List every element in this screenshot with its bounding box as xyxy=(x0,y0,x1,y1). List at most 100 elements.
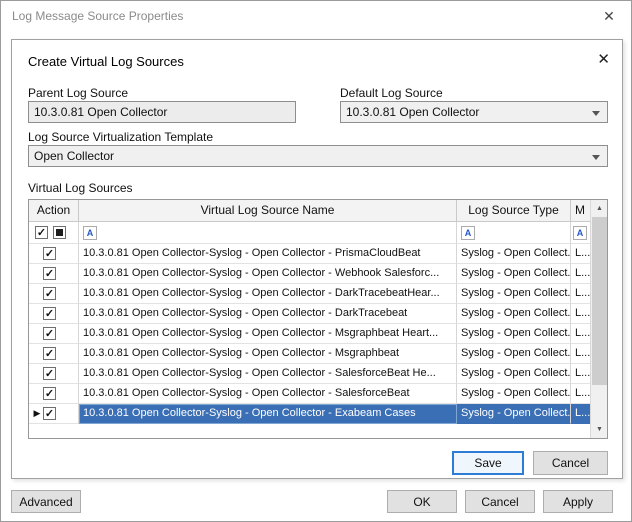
row-mpe-cell: L... xyxy=(571,324,592,344)
ok-button[interactable]: OK xyxy=(387,490,457,513)
window-cancel-button[interactable]: Cancel xyxy=(465,490,535,513)
scroll-up-icon[interactable]: ▲ xyxy=(591,200,608,217)
table-vertical-scrollbar[interactable]: ▲ ▼ xyxy=(590,200,607,438)
row-action-cell: ✓ xyxy=(29,384,79,404)
text-filter-icon[interactable]: A xyxy=(461,226,475,240)
row-mpe-cell: L... xyxy=(571,404,592,424)
chevron-down-icon xyxy=(592,111,600,116)
row-checkbox[interactable]: ✓ xyxy=(43,407,56,420)
table-row[interactable]: ✓ 10.3.0.81 Open Collector-Syslog - Open… xyxy=(29,344,592,364)
dialog-title: Create Virtual Log Sources xyxy=(28,54,184,69)
row-type-cell: Syslog - Open Collect... xyxy=(457,404,571,424)
row-action-cell: ✓ xyxy=(29,304,79,324)
table-row[interactable]: ✓ 10.3.0.81 Open Collector-Syslog - Open… xyxy=(29,324,592,344)
parent-log-source-label: Parent Log Source xyxy=(28,86,128,100)
text-filter-icon[interactable]: A xyxy=(573,226,587,240)
column-header-action[interactable]: Action xyxy=(29,200,79,222)
virtualization-template-label: Log Source Virtualization Template xyxy=(28,130,213,144)
advanced-button[interactable]: Advanced xyxy=(11,490,81,513)
filter-cell-type: A xyxy=(457,222,571,244)
table-row[interactable]: ✓ 10.3.0.81 Open Collector-Syslog - Open… xyxy=(29,244,592,264)
column-header-mpe[interactable]: M xyxy=(571,200,592,222)
row-type-cell: Syslog - Open Collect... xyxy=(457,244,571,264)
row-name-cell[interactable]: 10.3.0.81 Open Collector-Syslog - Open C… xyxy=(79,384,457,404)
text-filter-icon[interactable]: A xyxy=(83,226,97,240)
dialog-cancel-button[interactable]: Cancel xyxy=(533,451,608,475)
virtual-log-sources-table: Action Virtual Log Source Name Log Sourc… xyxy=(28,199,608,439)
row-type-cell: Syslog - Open Collect... xyxy=(457,264,571,284)
window-close-icon[interactable]: ✕ xyxy=(587,1,631,31)
dialog-close-icon[interactable]: ✕ xyxy=(597,50,610,68)
window-titlebar: Log Message Source Properties ✕ xyxy=(1,1,631,31)
row-type-cell: Syslog - Open Collect... xyxy=(457,324,571,344)
default-log-source-dropdown[interactable]: 10.3.0.81 Open Collector xyxy=(340,101,608,123)
row-name-cell[interactable]: 10.3.0.81 Open Collector-Syslog - Open C… xyxy=(79,304,457,324)
row-name-cell[interactable]: 10.3.0.81 Open Collector-Syslog - Open C… xyxy=(79,264,457,284)
row-action-cell: ✓ xyxy=(29,244,79,264)
table-row[interactable]: ✓ 10.3.0.81 Open Collector-Syslog - Open… xyxy=(29,304,592,324)
log-message-source-properties-window: Log Message Source Properties ✕ Create V… xyxy=(0,0,632,522)
row-checkbox[interactable]: ✓ xyxy=(43,327,56,340)
column-header-type[interactable]: Log Source Type xyxy=(457,200,571,222)
save-button[interactable]: Save xyxy=(452,451,524,475)
filter-cell-mpe: A xyxy=(571,222,592,244)
row-action-cell: ✓ xyxy=(29,364,79,384)
row-action-cell: ✓ xyxy=(29,284,79,304)
row-mpe-cell: L... xyxy=(571,264,592,284)
table-header-row: Action Virtual Log Source Name Log Sourc… xyxy=(29,200,592,222)
row-checkbox[interactable]: ✓ xyxy=(43,367,56,380)
table-row[interactable]: ✓ 10.3.0.81 Open Collector-Syslog - Open… xyxy=(29,264,592,284)
default-log-source-value: 10.3.0.81 Open Collector xyxy=(346,105,479,119)
row-name-cell[interactable]: 10.3.0.81 Open Collector-Syslog - Open C… xyxy=(79,244,457,264)
table-row[interactable]: ✓ 10.3.0.81 Open Collector-Syslog - Open… xyxy=(29,364,592,384)
row-marker-icon: ▶ xyxy=(31,404,43,423)
scroll-down-icon[interactable]: ▼ xyxy=(591,421,608,438)
row-checkbox[interactable]: ✓ xyxy=(43,387,56,400)
scrollbar-thumb[interactable] xyxy=(592,217,607,385)
row-mpe-cell: L... xyxy=(571,384,592,404)
row-mpe-cell: L... xyxy=(571,344,592,364)
row-name-cell[interactable]: 10.3.0.81 Open Collector-Syslog - Open C… xyxy=(79,364,457,384)
row-checkbox[interactable]: ✓ xyxy=(43,267,56,280)
row-type-cell: Syslog - Open Collect... xyxy=(457,384,571,404)
virtualization-template-dropdown[interactable]: Open Collector xyxy=(28,145,608,167)
row-mpe-cell: L... xyxy=(571,364,592,384)
table-row[interactable]: ✓ 10.3.0.81 Open Collector-Syslog - Open… xyxy=(29,384,592,404)
row-action-cell: ✓ xyxy=(29,264,79,284)
select-all-checkbox[interactable]: ✓ xyxy=(35,226,48,239)
table-row[interactable]: ▶ ✓ 10.3.0.81 Open Collector-Syslog - Op… xyxy=(29,404,592,424)
table-row[interactable]: ✓ 10.3.0.81 Open Collector-Syslog - Open… xyxy=(29,284,592,304)
row-type-cell: Syslog - Open Collect... xyxy=(457,344,571,364)
row-mpe-cell: L... xyxy=(571,244,592,264)
row-action-cell: ✓ xyxy=(29,344,79,364)
row-name-cell[interactable]: 10.3.0.81 Open Collector-Syslog - Open C… xyxy=(79,284,457,304)
row-checkbox[interactable]: ✓ xyxy=(43,287,56,300)
row-checkbox[interactable]: ✓ xyxy=(43,347,56,360)
row-name-cell[interactable]: 10.3.0.81 Open Collector-Syslog - Open C… xyxy=(79,344,457,364)
apply-button[interactable]: Apply xyxy=(543,490,613,513)
table-body: ✓ 10.3.0.81 Open Collector-Syslog - Open… xyxy=(29,244,607,424)
row-type-cell: Syslog - Open Collect... xyxy=(457,304,571,324)
virtual-log-sources-label: Virtual Log Sources xyxy=(28,181,133,195)
row-checkbox[interactable]: ✓ xyxy=(43,247,56,260)
checkbox-fill-icon xyxy=(56,229,63,236)
row-action-cell: ▶ ✓ xyxy=(29,404,79,424)
parent-log-source-field[interactable] xyxy=(28,101,296,123)
default-log-source-label: Default Log Source xyxy=(340,86,443,100)
table-filter-row: ✓ A A A xyxy=(29,222,592,244)
row-action-cell: ✓ xyxy=(29,324,79,344)
virtualization-template-value: Open Collector xyxy=(34,149,114,163)
create-virtual-log-sources-dialog: Create Virtual Log Sources ✕ Parent Log … xyxy=(11,39,623,479)
filter-cell-action: ✓ xyxy=(29,222,79,244)
row-type-cell: Syslog - Open Collect... xyxy=(457,364,571,384)
partial-select-checkbox[interactable] xyxy=(53,226,66,239)
row-name-cell[interactable]: 10.3.0.81 Open Collector-Syslog - Open C… xyxy=(79,324,457,344)
row-checkbox[interactable]: ✓ xyxy=(43,307,56,320)
window-title: Log Message Source Properties xyxy=(12,9,183,23)
row-mpe-cell: L... xyxy=(571,284,592,304)
column-header-name[interactable]: Virtual Log Source Name xyxy=(79,200,457,222)
chevron-down-icon xyxy=(592,155,600,160)
row-type-cell: Syslog - Open Collect... xyxy=(457,284,571,304)
row-name-cell[interactable]: 10.3.0.81 Open Collector-Syslog - Open C… xyxy=(79,404,457,424)
row-mpe-cell: L... xyxy=(571,304,592,324)
